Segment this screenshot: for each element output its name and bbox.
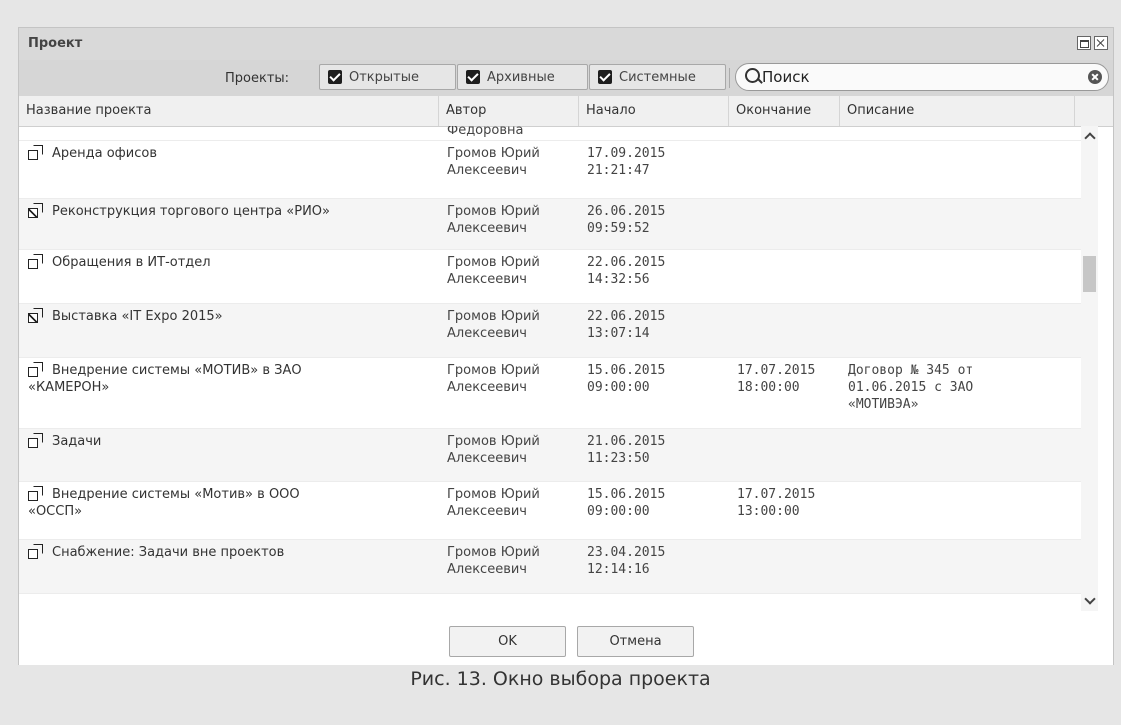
figure-caption: Рис. 13. Окно выбора проекта	[410, 668, 711, 690]
search-input[interactable]	[762, 67, 1082, 87]
filter-open-label: Открытые	[349, 69, 420, 85]
cell-start: 23.04.2015 12:14:16	[587, 545, 666, 577]
toolbar: Проекты: Открытые Архивные Системные	[19, 60, 1113, 96]
table-row[interactable]: Аренда офисов Громов Юрий Алексеевич 17.…	[19, 141, 1081, 199]
cell-end	[737, 203, 837, 220]
search-box	[735, 63, 1109, 91]
column-header-author[interactable]: Автор	[439, 96, 579, 126]
cell-name: Реконструкция торгового центра «РИО»	[28, 203, 433, 220]
close-icon[interactable]	[1094, 36, 1108, 50]
project-archive-icon	[28, 203, 43, 218]
cell-end	[737, 145, 837, 162]
table-row[interactable]: Внедрение системы «МОТИВ» в ЗАО «КАМЕРОН…	[19, 358, 1081, 429]
cell-author: Громов Юрий Алексеевич	[447, 545, 540, 577]
table-row[interactable]: Реконструкция торгового центра «РИО» Гро…	[19, 199, 1081, 250]
toolbar-divider	[729, 68, 730, 88]
cell-author: Громов Юрий Алексеевич	[447, 255, 540, 287]
cell-start: 22.06.2015 14:32:56	[587, 255, 666, 287]
cell-author: Громов Юрий Алексеевич	[447, 363, 540, 395]
project-open-icon	[28, 145, 43, 160]
project-archive-icon	[28, 308, 43, 323]
cell-start: 21.06.2015 11:23:50	[587, 434, 666, 466]
scroll-down-icon[interactable]	[1081, 591, 1098, 611]
filter-system-toggle[interactable]: Системные	[589, 64, 726, 90]
dialog-title: Проект	[28, 36, 83, 51]
cell-author: Громов Юрий Алексеевич	[447, 146, 540, 178]
project-open-icon	[28, 254, 43, 269]
cell-end	[737, 308, 837, 325]
table-row[interactable]: Выставка «IT Expo 2015» Громов Юрий Алек…	[19, 304, 1081, 358]
cell-name: Внедрение системы «МОТИВ» в ЗАО «КАМЕРОН…	[28, 362, 302, 395]
cell-end: 17.07.2015 13:00:00	[737, 487, 816, 519]
table-row[interactable]: Задачи Громов Юрий Алексеевич 21.06.2015…	[19, 429, 1081, 482]
cell-end: 17.07.2015 18:00:00	[737, 363, 816, 395]
clear-search-icon[interactable]	[1088, 70, 1102, 84]
column-header-name[interactable]: Название проекта	[19, 96, 439, 126]
cell-author: Громов Юрий Алексеевич	[447, 487, 540, 519]
checkbox-checked-icon	[598, 70, 612, 84]
cell-name: Задачи	[28, 433, 433, 450]
table-row[interactable]: Снабжение: Задачи вне проектов Громов Юр…	[19, 540, 1081, 594]
title-bar: Проект	[19, 28, 1113, 60]
cell-name: Внедрение системы «Мотив» в ООО «ОССП»	[28, 486, 300, 519]
cell-author: Федоровна	[447, 126, 524, 138]
cancel-button[interactable]: Отмена	[577, 626, 694, 657]
cell-name: Снабжение: Задачи вне проектов	[28, 544, 433, 561]
cell-author: Громов Юрий Алексеевич	[447, 434, 540, 466]
checkbox-checked-icon	[328, 70, 342, 84]
maximize-icon[interactable]	[1077, 36, 1091, 50]
cell-end	[737, 254, 837, 271]
table-row[interactable]: Обращения в ИТ-отдел Громов Юрий Алексее…	[19, 250, 1081, 304]
project-open-icon	[28, 433, 43, 448]
filter-open-toggle[interactable]: Открытые	[319, 64, 456, 90]
filter-archive-toggle[interactable]: Архивные	[457, 64, 588, 90]
cell-start: 17.09.2015 21:21:47	[587, 146, 666, 178]
table-row-partial[interactable]: Федоровна	[19, 126, 1081, 141]
filter-system-label: Системные	[619, 69, 696, 85]
project-open-icon	[28, 544, 43, 559]
projects-grid: Название проекта Автор Начало Окончание …	[19, 96, 1113, 611]
ok-button[interactable]: OK	[449, 626, 566, 657]
cell-start: 22.06.2015 13:07:14	[587, 309, 666, 341]
project-open-icon	[28, 362, 43, 377]
project-open-icon	[28, 486, 43, 501]
project-dialog: Проект Проекты: Открытые Архивные Систем…	[18, 27, 1114, 665]
checkbox-checked-icon	[466, 70, 480, 84]
search-icon	[745, 68, 760, 83]
cell-description: Договор № 345 от 01.06.2015 с ЗАО «МОТИВ…	[848, 363, 974, 412]
filter-archive-label: Архивные	[487, 69, 555, 85]
cell-author: Громов Юрий Алексеевич	[447, 204, 540, 236]
grid-rows: Федоровна Аренда офисов Громов Юрий Алек…	[19, 126, 1081, 611]
cell-name: Выставка «IT Expo 2015»	[28, 308, 433, 325]
cell-start: 26.06.2015 09:59:52	[587, 204, 666, 236]
table-row[interactable]: Внедрение системы «Мотив» в ООО «ОССП» Г…	[19, 482, 1081, 540]
scroll-thumb[interactable]	[1083, 256, 1096, 292]
cell-end	[737, 433, 837, 450]
cell-start: 15.06.2015 09:00:00	[587, 363, 666, 395]
scroll-up-icon[interactable]	[1081, 126, 1098, 146]
column-header-start[interactable]: Начало	[579, 96, 729, 126]
column-header-description[interactable]: Описание	[840, 96, 1075, 126]
dialog-footer: OK Отмена	[19, 611, 1113, 665]
cell-author: Громов Юрий Алексеевич	[447, 309, 540, 341]
cell-name: Аренда офисов	[28, 145, 433, 162]
cell-end	[737, 544, 837, 561]
vertical-scrollbar[interactable]	[1081, 126, 1098, 611]
cell-start: 15.06.2015 09:00:00	[587, 487, 666, 519]
column-header-end[interactable]: Окончание	[729, 96, 840, 126]
cell-name: Обращения в ИТ-отдел	[28, 254, 433, 271]
grid-header: Название проекта Автор Начало Окончание …	[19, 96, 1113, 127]
projects-label: Проекты:	[225, 71, 290, 86]
